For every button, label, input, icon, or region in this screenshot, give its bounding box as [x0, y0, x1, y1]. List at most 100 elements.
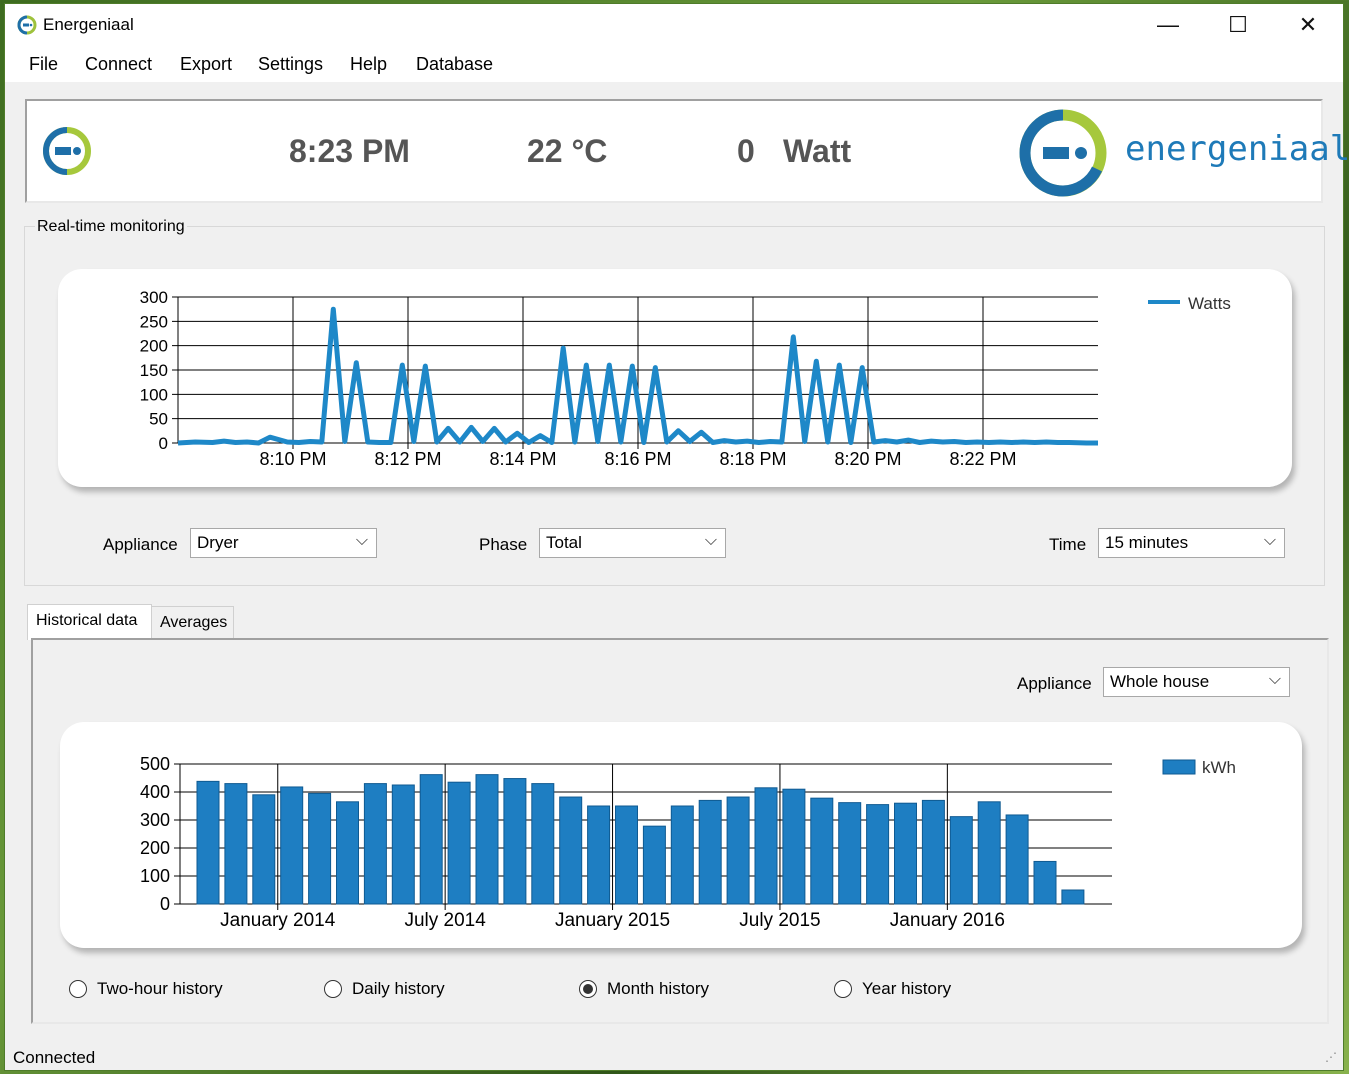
menu-database[interactable]: Database [416, 54, 493, 75]
legend-swatch-kwh [1162, 759, 1196, 775]
bar [1033, 860, 1057, 905]
current-power-value: 0 [737, 133, 755, 169]
realtime-chart: 0 50 100 150 200 250 300 8:10 PM 8:12 PM 8:14 PM 8… [140, 288, 1231, 469]
chevron-down-icon: ⌵ [1268, 671, 1281, 688]
bar [754, 787, 778, 905]
tab-averages[interactable]: Averages [151, 606, 234, 640]
small-logo-icon [43, 127, 91, 175]
bar [670, 805, 694, 905]
maximize-icon: ☐ [1228, 12, 1248, 37]
bar [196, 780, 220, 905]
close-icon: ✕ [1298, 12, 1318, 37]
maximize-button[interactable]: ☐ [1203, 4, 1273, 46]
bar [642, 825, 666, 905]
bar [280, 786, 304, 905]
y-tick-label: 300 [140, 288, 168, 307]
close-button[interactable]: ✕ [1273, 4, 1343, 46]
appliance-label: Appliance [103, 535, 178, 554]
appliance-select-value: Dryer [197, 533, 239, 552]
radio-year-history[interactable]: Year history [834, 979, 951, 999]
time-label: Time [1049, 535, 1087, 554]
x-tick-label: 8:12 PM [374, 449, 441, 469]
bar [921, 799, 945, 905]
x-tick-label: January 2015 [555, 910, 670, 931]
status-header-panel: 8:23 PM 22 °C 0 Watt energeniaal [25, 99, 1349, 203]
radio-label: Year history [862, 979, 952, 998]
tab-historical-data[interactable]: Historical data [27, 604, 152, 640]
bar [363, 783, 387, 905]
time-select[interactable]: 15 minutes ⌵ [1098, 528, 1285, 558]
bar [838, 802, 862, 905]
radio-label: Two-hour history [97, 979, 223, 998]
y-tick-label: 300 [140, 810, 170, 830]
menu-file[interactable]: File [29, 54, 58, 75]
resize-grip-icon[interactable]: ⋰ [1325, 1050, 1337, 1064]
phase-select-value: Total [546, 533, 582, 552]
time-select-value: 15 minutes [1105, 533, 1189, 552]
x-tick-label: 8:10 PM [259, 449, 326, 469]
menu-settings[interactable]: Settings [258, 54, 323, 75]
app-window: Energeniaal — ☐ ✕ File Connect Export Se… [4, 3, 1349, 1071]
current-time: 8:23 PM [289, 133, 410, 169]
x-tick-label: July 2015 [739, 910, 820, 931]
bar [726, 796, 750, 905]
bar [1005, 814, 1029, 905]
radio-selected-dot [583, 984, 593, 994]
x-tick-label: 8:18 PM [719, 449, 786, 469]
historical-appliance-value: Whole house [1110, 672, 1210, 691]
minimize-button[interactable]: — [1133, 4, 1203, 46]
y-tick-label: 100 [140, 866, 170, 886]
menu-connect[interactable]: Connect [85, 54, 152, 75]
menu-help[interactable]: Help [350, 54, 387, 75]
x-tick-label: January 2014 [220, 910, 336, 931]
bar [615, 805, 638, 905]
bar [587, 805, 611, 905]
x-tick-label: January 2016 [890, 910, 1005, 931]
minimize-icon: — [1157, 12, 1179, 37]
realtime-chart-card: 0 50 100 150 200 250 300 8:10 PM 8:12 PM 8:14 PM 8… [58, 269, 1292, 487]
radio-label: Month history [607, 979, 710, 998]
x-tick-label: 8:20 PM [834, 449, 901, 469]
bar [531, 783, 555, 905]
bar [894, 802, 917, 905]
appliance-select[interactable]: Dryer ⌵ [190, 528, 377, 558]
y-tick-label: 250 [140, 312, 168, 331]
phase-label: Phase [479, 535, 528, 554]
current-temperature: 22 °C [527, 133, 608, 169]
bar [308, 792, 332, 905]
x-tick-label: July 2014 [404, 910, 486, 931]
radio-circle [324, 980, 342, 998]
bar [949, 816, 973, 905]
y-tick-label: 50 [149, 410, 168, 429]
radio-circle [834, 980, 852, 998]
menu-export[interactable]: Export [180, 54, 232, 75]
menu-bar: File Connect Export Settings Help Databa… [5, 46, 1343, 82]
radio-month-history[interactable]: Month history [579, 979, 709, 999]
brand-logo-icon [1019, 109, 1107, 197]
x-tick-label: 8:14 PM [489, 449, 556, 469]
y-tick-label: 500 [140, 754, 170, 774]
title-bar: Energeniaal — ☐ ✕ [5, 4, 1343, 46]
history-chart: 0 100 200 300 400 500 January 2014 July 2014 Jan… [140, 754, 1236, 931]
bar [475, 774, 499, 905]
y-tick-label: 0 [159, 434, 168, 453]
radio-circle [579, 980, 597, 998]
tab-averages-label: Averages [160, 614, 228, 631]
brand-name: energeniaal [1125, 129, 1349, 169]
bar [782, 788, 806, 905]
window-title: Energeniaal [43, 15, 134, 34]
bar [391, 784, 415, 905]
radio-two-hour-history[interactable]: Two-hour history [69, 979, 223, 999]
y-tick-label: 200 [140, 337, 168, 356]
bar [224, 783, 248, 905]
bar [1061, 889, 1085, 905]
radio-daily-history[interactable]: Daily history [324, 979, 445, 999]
y-tick-label: 150 [140, 361, 168, 380]
current-power-unit: Watt [783, 133, 852, 169]
bar [252, 794, 276, 905]
historical-appliance-select[interactable]: Whole house ⌵ [1103, 667, 1290, 697]
realtime-group-label: Real-time monitoring [35, 218, 187, 236]
phase-select[interactable]: Total ⌵ [539, 528, 726, 558]
app-logo-icon [17, 15, 37, 35]
bar [866, 804, 890, 905]
